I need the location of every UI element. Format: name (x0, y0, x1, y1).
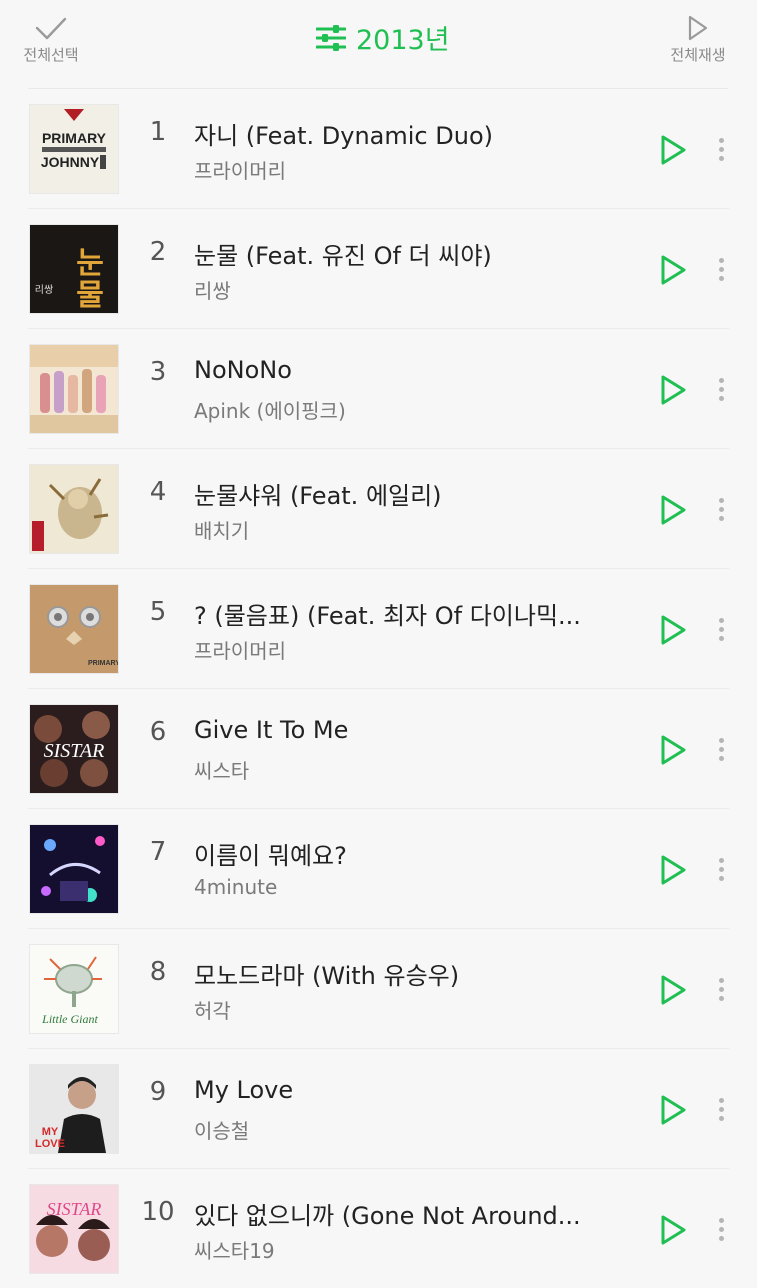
top-bar: 전체선택 2013년 전체재생 (0, 0, 757, 86)
track-title[interactable]: NoNoNo (194, 356, 624, 384)
svg-text:PRIMARY: PRIMARY (42, 130, 107, 146)
track-artist[interactable]: 배치기 (194, 515, 624, 544)
track-title[interactable]: ? (물음표) (Feat. 최자 Of 다이나믹... (194, 596, 624, 631)
album-cover[interactable] (30, 465, 118, 553)
play-icon[interactable] (656, 733, 690, 767)
play-icon[interactable] (656, 493, 690, 527)
track-row[interactable]: 3 NoNoNo Apink (에이핑크) (28, 329, 729, 449)
track-title[interactable]: Give It To Me (194, 716, 624, 744)
track-rank: 4 (149, 477, 167, 507)
more-vertical-icon[interactable] (714, 1093, 728, 1125)
svg-text:SISTAR: SISTAR (44, 740, 105, 762)
svg-text:LOVE: LOVE (35, 1138, 65, 1150)
track-title[interactable]: My Love (194, 1076, 624, 1104)
play-icon[interactable] (656, 133, 690, 167)
track-rank: 5 (149, 597, 167, 627)
track-row[interactable]: SISTAR 6 Give It To Me 씨스타 (28, 689, 729, 809)
track-artist[interactable]: 4minute (194, 875, 624, 899)
track-rank: 2 (149, 237, 167, 267)
album-cover[interactable]: PRIMARY JOHNNY (30, 105, 118, 193)
track-artist[interactable]: 허각 (194, 995, 624, 1024)
track-row[interactable]: SISTAR 10 있다 없으니까 (Gone Not Around... 씨스… (28, 1169, 729, 1288)
play-icon[interactable] (656, 973, 690, 1007)
select-all-label: 전체선택 (23, 46, 79, 64)
play-all-button[interactable]: 전체재생 (653, 12, 743, 65)
track-rank: 3 (149, 357, 167, 387)
album-cover[interactable] (30, 825, 118, 913)
track-row[interactable]: 눈 물 리쌍 2 눈물 (Feat. 유진 Of 더 씨야) 리쌍 (28, 209, 729, 329)
year-filter-button[interactable]: 2013년 (316, 18, 450, 57)
track-artist[interactable]: 프라이머리 (194, 155, 624, 184)
play-icon[interactable] (656, 373, 690, 407)
more-vertical-icon[interactable] (714, 613, 728, 645)
track-row[interactable]: Little Giant 8 모노드라마 (With 유승우) 허각 (28, 929, 729, 1049)
track-rank: 6 (149, 717, 167, 747)
check-icon (6, 12, 96, 42)
more-vertical-icon[interactable] (714, 253, 728, 285)
more-vertical-icon[interactable] (714, 493, 728, 525)
play-all-label: 전체재생 (670, 46, 726, 64)
track-artist[interactable]: 프라이머리 (194, 635, 624, 664)
track-artist[interactable]: 씨스타19 (194, 1235, 624, 1264)
track-artist[interactable]: 씨스타 (194, 755, 624, 784)
play-icon[interactable] (656, 853, 690, 887)
track-rank: 7 (149, 837, 167, 867)
svg-text:MY: MY (42, 1126, 59, 1138)
more-vertical-icon[interactable] (714, 853, 728, 885)
track-rank: 10 (141, 1197, 175, 1227)
album-cover[interactable]: Little Giant (30, 945, 118, 1033)
play-icon[interactable] (656, 1093, 690, 1127)
track-title[interactable]: 눈물 (Feat. 유진 Of 더 씨야) (194, 236, 624, 271)
track-artist[interactable]: 리쌍 (194, 275, 624, 304)
svg-text:Little Giant: Little Giant (41, 1012, 98, 1026)
album-cover[interactable] (30, 345, 118, 433)
track-title[interactable]: 모노드라마 (With 유승우) (194, 956, 624, 991)
track-row[interactable]: 7 이름이 뭐예요? 4minute (28, 809, 729, 929)
select-all-button[interactable]: 전체선택 (6, 12, 96, 65)
album-cover[interactable]: SISTAR (30, 705, 118, 793)
track-list: PRIMARY JOHNNY 1 자니 (Feat. Dynamic Duo) … (0, 89, 757, 1288)
track-row[interactable]: MY LOVE 9 My Love 이승철 (28, 1049, 729, 1169)
svg-text:눈: 눈 (76, 246, 104, 281)
track-title[interactable]: 자니 (Feat. Dynamic Duo) (194, 116, 624, 151)
more-vertical-icon[interactable] (714, 733, 728, 765)
track-row[interactable]: PRIMARY JOHNNY 1 자니 (Feat. Dynamic Duo) … (28, 89, 729, 209)
svg-text:JOHNNY: JOHNNY (41, 154, 100, 170)
album-cover[interactable]: SISTAR (30, 1185, 118, 1273)
svg-text:SISTAR: SISTAR (47, 1199, 102, 1219)
play-icon[interactable] (656, 253, 690, 287)
year-label: 2013년 (356, 25, 450, 56)
more-vertical-icon[interactable] (714, 973, 728, 1005)
sliders-icon (316, 24, 346, 51)
album-cover[interactable]: 눈 물 리쌍 (30, 225, 118, 313)
svg-text:물: 물 (76, 278, 104, 313)
track-title[interactable]: 있다 없으니까 (Gone Not Around... (194, 1196, 624, 1231)
track-artist[interactable]: 이승철 (194, 1115, 624, 1144)
track-title[interactable]: 이름이 뭐예요? (194, 836, 624, 871)
play-outline-icon (653, 12, 743, 42)
track-rank: 1 (149, 117, 167, 147)
album-cover[interactable]: PRIMARY (30, 585, 118, 673)
track-artist[interactable]: Apink (에이핑크) (194, 395, 624, 424)
track-row[interactable]: PRIMARY 5 ? (물음표) (Feat. 최자 Of 다이나믹... 프… (28, 569, 729, 689)
svg-text:리쌍: 리쌍 (35, 284, 53, 296)
more-vertical-icon[interactable] (714, 133, 728, 165)
track-rank: 9 (149, 1077, 167, 1107)
play-icon[interactable] (656, 1213, 690, 1247)
more-vertical-icon[interactable] (714, 1213, 728, 1245)
album-cover[interactable]: MY LOVE (30, 1065, 118, 1153)
svg-text:PRIMARY: PRIMARY (88, 660, 118, 667)
more-vertical-icon[interactable] (714, 373, 728, 405)
track-rank: 8 (149, 957, 167, 987)
play-icon[interactable] (656, 613, 690, 647)
track-title[interactable]: 눈물샤워 (Feat. 에일리) (194, 476, 624, 511)
track-row[interactable]: 4 눈물샤워 (Feat. 에일리) 배치기 (28, 449, 729, 569)
